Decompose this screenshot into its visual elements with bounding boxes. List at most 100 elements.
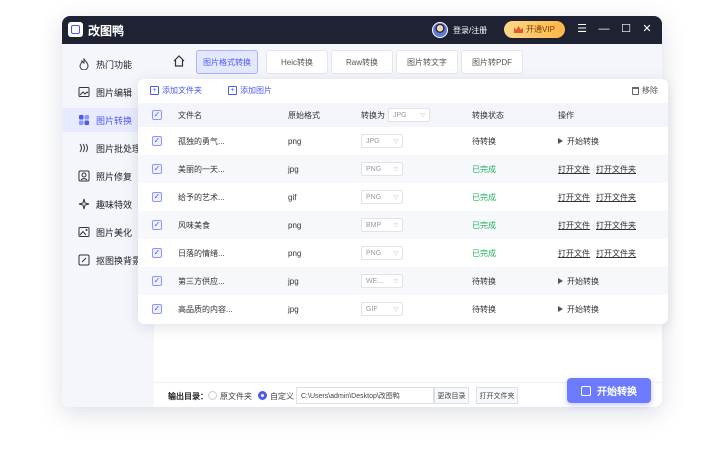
target-format-value: PNG bbox=[366, 165, 382, 173]
open-folder-link[interactable]: 打开文件夹 bbox=[596, 192, 636, 203]
radio-original-folder[interactable] bbox=[208, 391, 217, 400]
image-edit-icon bbox=[78, 86, 90, 98]
row-checkbox[interactable]: ✓ bbox=[152, 192, 162, 202]
open-folder-link[interactable]: 打开文件夹 bbox=[596, 220, 636, 231]
file-format: jpg bbox=[288, 304, 299, 314]
convert-arrows-icon bbox=[581, 385, 591, 396]
radio-original-label: 原文件夹 bbox=[220, 392, 252, 401]
row-checkbox[interactable]: ✓ bbox=[152, 248, 162, 258]
tab-format-convert[interactable]: 图片格式转换 bbox=[196, 50, 258, 74]
output-path-field[interactable]: C:\Users\admin\Desktop\改图鸭 bbox=[296, 387, 434, 404]
table-row[interactable]: ✓ 风味美食 png BMP ▽ 已完成 打开文件 打开文件夹 bbox=[138, 211, 668, 239]
vip-button[interactable]: 开通VIP bbox=[504, 21, 565, 38]
add-image-button[interactable]: + 添加图片 bbox=[228, 85, 272, 96]
sidebar-item-label: 图片编辑 bbox=[96, 87, 133, 98]
file-name: 风味美食 bbox=[178, 220, 210, 230]
avatar[interactable] bbox=[432, 22, 448, 38]
header-filename: 文件名 bbox=[178, 110, 202, 120]
chevron-down-icon: ▽ bbox=[393, 194, 398, 201]
start-convert-button-label: 开始转换 bbox=[597, 387, 637, 398]
target-format-select[interactable]: BMP ▽ bbox=[361, 218, 403, 232]
status-text: 待转换 bbox=[472, 276, 496, 286]
select-all-checkbox[interactable]: ✓ bbox=[152, 110, 162, 120]
open-file-link[interactable]: 打开文件 bbox=[558, 192, 590, 203]
radio-custom[interactable] bbox=[258, 391, 267, 400]
change-dir-button[interactable]: 更改目录 bbox=[434, 387, 469, 404]
status-text: 已完成 bbox=[472, 220, 496, 230]
minimize-icon[interactable]: — bbox=[597, 22, 611, 36]
tab-image-to-text[interactable]: 图片转文字 bbox=[396, 50, 458, 74]
output-dir-label: 输出目录： bbox=[168, 392, 208, 401]
header-original-format: 原始格式 bbox=[288, 110, 320, 120]
file-format: png bbox=[288, 248, 302, 258]
row-checkbox[interactable]: ✓ bbox=[152, 136, 162, 146]
beautify-icon bbox=[78, 226, 90, 238]
table-row[interactable]: ✓ 美丽的一天... jpg PNG ▽ 已完成 打开文件 打开文件夹 bbox=[138, 155, 668, 183]
row-checkbox[interactable]: ✓ bbox=[152, 164, 162, 174]
open-folder-button[interactable]: 打开文件夹 bbox=[476, 387, 518, 404]
tab-raw[interactable]: Raw转换 bbox=[331, 50, 393, 74]
file-name: 美丽的一天... bbox=[178, 164, 225, 174]
target-format-select[interactable]: PNG ▽ bbox=[361, 190, 403, 204]
target-format-value: GIF bbox=[366, 305, 378, 313]
close-icon[interactable]: ✕ bbox=[640, 22, 654, 36]
convert-all-select[interactable]: JPG ▽ bbox=[388, 108, 430, 122]
convert-all-value: JPG bbox=[393, 111, 407, 119]
add-folder-button[interactable]: + 添加文件夹 bbox=[150, 85, 202, 96]
table-header: ✓ 文件名 原始格式 转换为 JPG ▽ 转换状态 操作 bbox=[138, 103, 668, 127]
tab-image-to-pdf[interactable]: 图片转PDF bbox=[461, 50, 523, 74]
chevron-down-icon: ▽ bbox=[393, 250, 398, 257]
file-name: 日落的情绪... bbox=[178, 248, 225, 258]
home-icon[interactable] bbox=[172, 54, 186, 68]
sidebar-item-label: 图片转换 bbox=[96, 115, 133, 126]
remove-button[interactable]: 移除 bbox=[632, 85, 658, 96]
start-convert-link[interactable]: 开始转换 bbox=[558, 127, 599, 155]
sidebar-item-hot[interactable]: 热门功能 bbox=[62, 52, 154, 76]
target-format-select[interactable]: PNG ▽ bbox=[361, 162, 403, 176]
login-link[interactable]: 登录/注册 bbox=[453, 25, 487, 36]
target-format-value: JPG bbox=[366, 137, 380, 145]
open-file-link[interactable]: 打开文件 bbox=[558, 248, 590, 259]
chevron-down-icon: ▽ bbox=[393, 306, 398, 313]
row-checkbox[interactable]: ✓ bbox=[152, 220, 162, 230]
open-file-link[interactable]: 打开文件 bbox=[558, 164, 590, 175]
cutout-icon bbox=[78, 254, 90, 266]
photo-repair-icon bbox=[78, 170, 90, 182]
file-format: gif bbox=[288, 192, 297, 202]
sidebar-item-label: 趣味特效 bbox=[96, 199, 133, 210]
start-convert-button[interactable]: 开始转换 bbox=[567, 378, 651, 403]
file-name: 孤独的勇气... bbox=[178, 136, 225, 146]
target-format-select[interactable]: GIF ▽ bbox=[361, 302, 403, 316]
open-folder-link[interactable]: 打开文件夹 bbox=[596, 248, 636, 259]
maximize-icon[interactable]: ☐ bbox=[619, 22, 633, 36]
menu-icon[interactable]: ☰ bbox=[575, 22, 589, 36]
target-format-select[interactable]: JPG ▽ bbox=[361, 134, 403, 148]
table-row[interactable]: ✓ 日落的情绪... png PNG ▽ 已完成 打开文件 打开文件夹 bbox=[138, 239, 668, 267]
title-bar: 改图鸭 登录/注册 开通VIP ☰ — ☐ ✕ bbox=[62, 16, 662, 44]
start-convert-link[interactable]: 开始转换 bbox=[558, 295, 599, 323]
table-row[interactable]: ✓ 高品质的内容... jpg GIF ▽ 待转换 开始转换 bbox=[138, 295, 668, 323]
target-format-select[interactable]: WE... ▽ bbox=[361, 274, 403, 288]
target-format-select[interactable]: PNG ▽ bbox=[361, 246, 403, 260]
vip-label: 开通VIP bbox=[526, 25, 555, 34]
add-image-icon: + bbox=[228, 86, 237, 95]
table-row[interactable]: ✓ 孤独的勇气... png JPG ▽ 待转换 开始转换 bbox=[138, 127, 668, 155]
row-checkbox[interactable]: ✓ bbox=[152, 276, 162, 286]
open-folder-link[interactable]: 打开文件夹 bbox=[596, 164, 636, 175]
start-convert-link[interactable]: 开始转换 bbox=[558, 267, 599, 295]
add-folder-icon: + bbox=[150, 86, 159, 95]
play-icon bbox=[558, 306, 563, 312]
open-file-link[interactable]: 打开文件 bbox=[558, 220, 590, 231]
file-list-panel: + 添加文件夹 + 添加图片 移除 ✓ 文件名 原始格式 转换为 JPG ▽ 转换… bbox=[138, 79, 668, 324]
start-convert-label: 开始转换 bbox=[567, 276, 599, 286]
start-convert-label: 开始转换 bbox=[567, 136, 599, 146]
row-checkbox[interactable]: ✓ bbox=[152, 304, 162, 314]
tab-heic[interactable]: Heic转换 bbox=[266, 50, 328, 74]
sidebar-item-label: 热门功能 bbox=[96, 59, 133, 70]
table-row[interactable]: ✓ 给予的艺术... gif PNG ▽ 已完成 打开文件 打开文件夹 bbox=[138, 183, 668, 211]
table-row[interactable]: ✓ 第三方供应... jpg WE... ▽ 待转换 开始转换 bbox=[138, 267, 668, 295]
add-folder-label: 添加文件夹 bbox=[162, 86, 202, 95]
file-name: 高品质的内容... bbox=[178, 304, 233, 314]
play-icon bbox=[558, 138, 563, 144]
file-format: png bbox=[288, 136, 302, 146]
